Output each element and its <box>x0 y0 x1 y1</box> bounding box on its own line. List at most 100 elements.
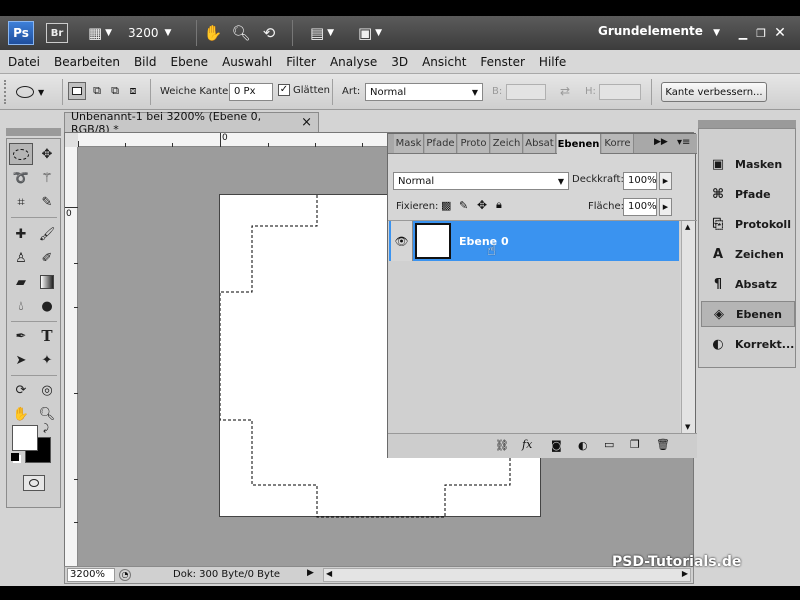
path-selection-tool[interactable]: ➤ <box>9 349 33 371</box>
tab-masks[interactable]: Mask <box>394 134 424 153</box>
tab-paths[interactable]: Pfade <box>425 134 457 153</box>
collapse-panel-icon[interactable]: ▶▶ <box>654 137 668 147</box>
dock-item-paths[interactable]: ⌘ Pfade <box>701 181 795 207</box>
bridge-launch-button[interactable]: Br <box>46 23 68 43</box>
lock-position-icon[interactable]: ✥ <box>477 198 487 212</box>
pen-tool[interactable]: ✒ <box>9 325 33 347</box>
crop-tool[interactable]: ⌗ <box>9 191 33 213</box>
horizontal-scrollbar[interactable]: ◀ ▶ <box>323 568 691 582</box>
document-tab[interactable]: Unbenannt-1 bei 3200% (Ebene 0, RGB/8) *… <box>64 110 319 136</box>
adjustment-layer-icon[interactable]: ◐ <box>578 439 588 452</box>
subtract-from-selection-button[interactable]: ⧉ <box>106 82 124 100</box>
panel-menu-icon[interactable]: ▾≡ <box>677 137 690 148</box>
minimize-button[interactable]: ▁ <box>736 21 750 45</box>
menu-item-ansicht[interactable]: Ansicht <box>422 55 466 69</box>
menu-item-3d[interactable]: 3D <box>391 55 408 69</box>
hand-tool-button[interactable]: ✋ <box>202 21 224 45</box>
dock-item-paragraph[interactable]: ¶ Absatz <box>701 271 795 297</box>
menu-item-fenster[interactable]: Fenster <box>480 55 525 69</box>
foreground-color-swatch[interactable] <box>12 425 38 451</box>
view-extras-button[interactable]: ▦ ▼ <box>82 21 118 45</box>
arrange-documents-button[interactable]: ▤ ▼ <box>304 21 340 45</box>
menu-item-datei[interactable]: Datei <box>8 55 40 69</box>
gradient-tool[interactable] <box>35 271 59 293</box>
menu-item-filter[interactable]: Filter <box>286 55 316 69</box>
close-button[interactable]: ✕ <box>772 21 788 45</box>
rotate-view-button[interactable]: ⟲ <box>258 21 280 45</box>
vertical-ruler[interactable]: 0 <box>65 147 78 570</box>
new-group-icon[interactable]: ▭ <box>604 438 614 451</box>
zoom-tool-button[interactable]: 🔍︎ <box>230 21 252 45</box>
elliptical-marquee-tool[interactable] <box>9 143 33 165</box>
fill-input[interactable]: 100% <box>623 198 657 216</box>
clone-stamp-tool[interactable]: ♙ <box>9 247 33 269</box>
dock-item-character[interactable]: A Zeichen <box>701 241 795 267</box>
opacity-input[interactable]: 100% <box>623 172 657 190</box>
dock-header[interactable] <box>698 120 796 128</box>
new-selection-button[interactable] <box>68 82 86 100</box>
toolbox-header[interactable] <box>6 128 61 136</box>
dock-item-history[interactable]: ⎘ Protokoll <box>701 211 795 237</box>
lock-pixels-icon[interactable]: ✎ <box>459 199 468 212</box>
layers-scrollbar[interactable]: ▲ ▼ <box>681 221 695 433</box>
fill-slider-button[interactable]: ▶ <box>659 198 672 216</box>
magic-wand-tool[interactable]: ⚚ <box>35 167 59 189</box>
default-colors-icon[interactable] <box>11 453 19 461</box>
blur-tool[interactable]: 💧︎ <box>9 295 33 317</box>
3d-orbit-tool[interactable]: ◎ <box>35 379 59 401</box>
menu-item-auswahl[interactable]: Auswahl <box>222 55 272 69</box>
tool-preset-picker[interactable]: ▼ <box>16 82 56 102</box>
zoom-tool[interactable]: 🔍︎ <box>35 403 59 425</box>
layer-row[interactable]: 👁︎ Ebene 0 ☝ <box>389 221 679 261</box>
lock-transparency-icon[interactable]: ▩ <box>441 199 451 212</box>
hand-tool[interactable]: ✋ <box>9 403 33 425</box>
link-layers-icon[interactable]: ⛓ <box>495 439 509 452</box>
new-layer-icon[interactable]: ❐ <box>630 438 640 451</box>
menu-item-ebene[interactable]: Ebene <box>170 55 208 69</box>
add-mask-icon[interactable]: ◙ <box>551 439 562 452</box>
scroll-left-icon[interactable]: ◀ <box>326 569 332 578</box>
type-tool[interactable]: T <box>35 325 59 347</box>
tab-history[interactable]: Proto <box>458 134 490 153</box>
brush-tool[interactable]: 🖌︎ <box>35 223 59 245</box>
options-bar-grip[interactable] <box>4 80 8 104</box>
menu-item-bild[interactable]: Bild <box>134 55 157 69</box>
close-document-icon[interactable]: × <box>301 115 312 130</box>
3d-rotate-tool[interactable]: ⟳ <box>9 379 33 401</box>
trash-icon[interactable]: 🗑︎ <box>656 438 670 451</box>
eraser-tool[interactable]: ▰ <box>9 271 33 293</box>
add-to-selection-button[interactable]: ⧉ <box>88 82 106 100</box>
dock-item-adjustments[interactable]: ◐ Korrekt... <box>701 331 795 357</box>
status-zoom-field[interactable]: 3200% <box>67 568 115 582</box>
dodge-tool[interactable]: ● <box>35 295 59 317</box>
quick-mask-button[interactable] <box>23 475 45 491</box>
scroll-right-icon[interactable]: ▶ <box>682 569 688 578</box>
feather-input[interactable]: 0 Px <box>229 83 273 101</box>
screen-mode-button[interactable]: ▣ ▼ <box>352 21 388 45</box>
menu-item-hilfe[interactable]: Hilfe <box>539 55 566 69</box>
tab-paragraph[interactable]: Absat <box>524 134 556 153</box>
tab-character[interactable]: Zeich <box>491 134 523 153</box>
scroll-down-icon[interactable]: ▼ <box>685 423 690 431</box>
ruler-origin[interactable] <box>65 133 78 147</box>
scroll-up-icon[interactable]: ▲ <box>685 223 690 231</box>
healing-brush-tool[interactable]: ✚ <box>9 223 33 245</box>
move-tool[interactable]: ✥ <box>35 143 59 165</box>
opacity-slider-button[interactable]: ▶ <box>659 172 672 190</box>
dock-item-masks[interactable]: ▣ Masken <box>701 151 795 177</box>
layer-visibility-toggle[interactable]: 👁︎ <box>391 221 413 261</box>
intersect-selection-button[interactable]: ⧈ <box>124 82 142 100</box>
status-menu-arrow-icon[interactable]: ▶ <box>307 568 314 578</box>
restore-button[interactable]: ❐ <box>754 21 768 45</box>
custom-shape-tool[interactable]: ✦ <box>35 349 59 371</box>
tab-layers[interactable]: Ebenen <box>557 134 601 154</box>
style-select[interactable]: Normal ▼ <box>365 83 483 101</box>
tab-adjustments[interactable]: Korre <box>602 134 634 153</box>
menu-item-bearbeiten[interactable]: Bearbeiten <box>54 55 120 69</box>
status-info-icon[interactable]: ◔ <box>119 569 131 581</box>
workspace-switcher[interactable]: Grundelemente ▼ <box>598 24 720 38</box>
history-brush-tool[interactable]: ✐ <box>35 247 59 269</box>
menu-item-analyse[interactable]: Analyse <box>330 55 377 69</box>
lasso-tool[interactable]: ➰ <box>9 167 33 189</box>
blend-mode-select[interactable]: Normal ▼ <box>393 172 569 190</box>
